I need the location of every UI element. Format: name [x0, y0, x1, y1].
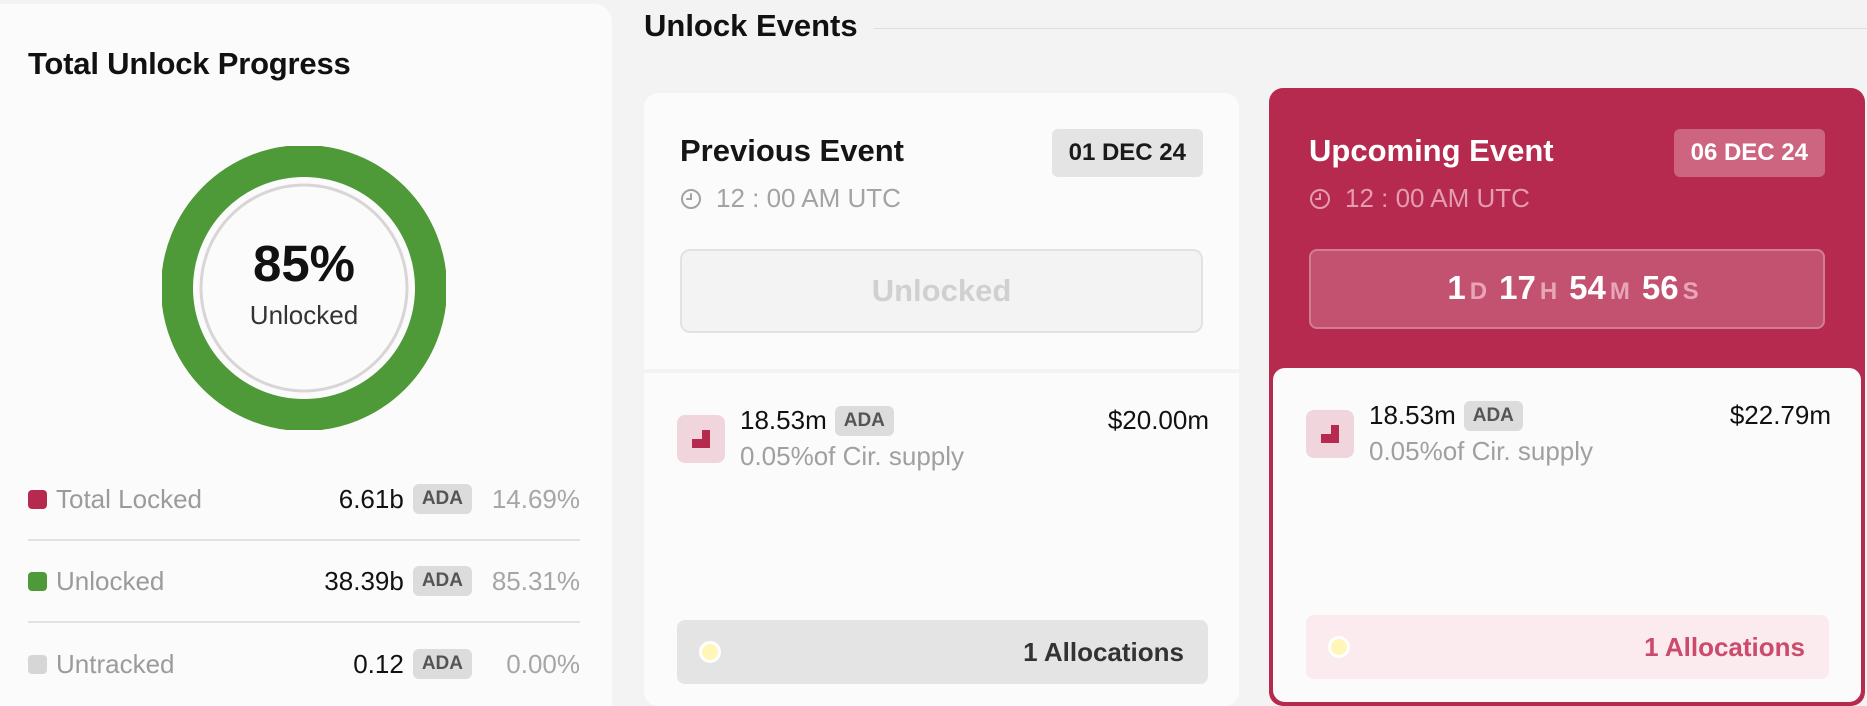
legend-row-locked: Total Locked 6.61b ADA 14.69% — [28, 459, 580, 541]
unlock-events-title: Unlock Events — [644, 8, 858, 43]
token-amount-row: 18.53m ADA — [740, 405, 894, 436]
days-unit: D — [1469, 278, 1488, 305]
legend-row-unlocked: Unlocked 38.39b ADA 85.31% — [28, 541, 580, 623]
hours-unit: H — [1539, 278, 1558, 305]
previous-event-title: Previous Event — [680, 133, 904, 168]
token-icon — [677, 415, 725, 463]
token-chip: ADA — [834, 405, 894, 436]
time-text: 12 : 00 AM UTC — [1345, 183, 1530, 213]
countdown-minutes: 54 — [1569, 269, 1606, 306]
allocation-dot-icon — [1328, 636, 1350, 658]
token-chip: ADA — [412, 484, 472, 514]
unlock-chart-icon — [692, 430, 710, 448]
upcoming-event-title: Upcoming Event — [1309, 133, 1554, 168]
legend-percent: 0.00% — [506, 648, 580, 679]
countdown-days: 1 — [1447, 269, 1466, 306]
circulating-supply-share: 0.05%of Cir. supply — [740, 441, 965, 471]
legend-name: Unlocked — [56, 565, 165, 596]
previous-event-header: Previous Event 01 DEC 24 12 : 00 AM UTC … — [644, 93, 1239, 369]
allocations-label: 1 Allocations — [1023, 636, 1184, 667]
token-amount-row: 18.53m ADA — [1369, 400, 1523, 431]
allocations-label: 1 Allocations — [1644, 631, 1805, 662]
token-amount: 18.53m — [1369, 400, 1456, 430]
usd-value: $22.79m — [1729, 400, 1831, 430]
legend-name: Total Locked — [56, 483, 202, 514]
token-amount: 18.53m — [740, 405, 827, 435]
token-chip: ADA — [412, 566, 472, 596]
unlocked-swatch — [28, 571, 47, 591]
previous-event-time: 12 : 00 AM UTC — [680, 183, 901, 214]
previous-event-date-badge: 01 DEC 24 — [1051, 129, 1203, 177]
progress-percent: 85% — [252, 235, 356, 292]
previous-event-details: 18.53m ADA 0.05%of Cir. supply $20.00m 1… — [644, 373, 1239, 706]
legend-percent: 14.69% — [491, 483, 580, 514]
allocations-button[interactable]: 1 Allocations — [1306, 615, 1829, 679]
usd-value: $20.00m — [1107, 405, 1209, 435]
minutes-unit: M — [1609, 278, 1630, 305]
total-unlock-progress-panel: Total Unlock Progress 85% Unlocked Total… — [0, 4, 612, 706]
countdown-seconds: 56 — [1641, 269, 1679, 306]
token-icon — [1306, 410, 1354, 458]
token-chip: ADA — [1463, 400, 1523, 431]
untracked-swatch — [28, 654, 47, 674]
countdown-hours: 17 — [1499, 269, 1536, 306]
unlocked-status: Unlocked — [680, 249, 1203, 333]
unlock-chart-icon — [1321, 425, 1339, 443]
progress-label: Unlocked — [249, 300, 359, 330]
legend-value: 6.61b — [338, 483, 404, 514]
allocation-dot-icon — [699, 641, 721, 663]
token-chip: ADA — [412, 649, 472, 679]
allocations-button[interactable]: 1 Allocations — [677, 620, 1208, 684]
seconds-unit: S — [1682, 278, 1699, 305]
upcoming-event-date-badge: 06 DEC 24 — [1673, 129, 1825, 177]
clock-icon — [681, 188, 701, 209]
legend-percent: 85.31% — [491, 565, 580, 596]
section-divider — [874, 28, 1867, 29]
legend-row-untracked: Untracked 0.12 ADA 0.00% — [28, 623, 580, 705]
countdown-timer: 1D 17 H 54 M 56 S — [1309, 249, 1825, 329]
time-text: 12 : 00 AM UTC — [716, 183, 901, 213]
upcoming-event-details: 18.53m ADA 0.05%of Cir. supply $22.79m 1… — [1273, 368, 1861, 702]
legend-value: 0.12 — [353, 648, 404, 679]
locked-swatch — [28, 489, 47, 509]
clock-icon — [1310, 188, 1330, 209]
legend-value: 38.39b — [324, 565, 404, 596]
upcoming-event-card: Upcoming Event 06 DEC 24 12 : 00 AM UTC … — [1269, 88, 1865, 706]
upcoming-event-time: 12 : 00 AM UTC — [1309, 183, 1530, 214]
circulating-supply-share: 0.05%of Cir. supply — [1369, 436, 1594, 466]
legend-name: Untracked — [56, 648, 175, 679]
panel-title: Total Unlock Progress — [28, 46, 351, 81]
